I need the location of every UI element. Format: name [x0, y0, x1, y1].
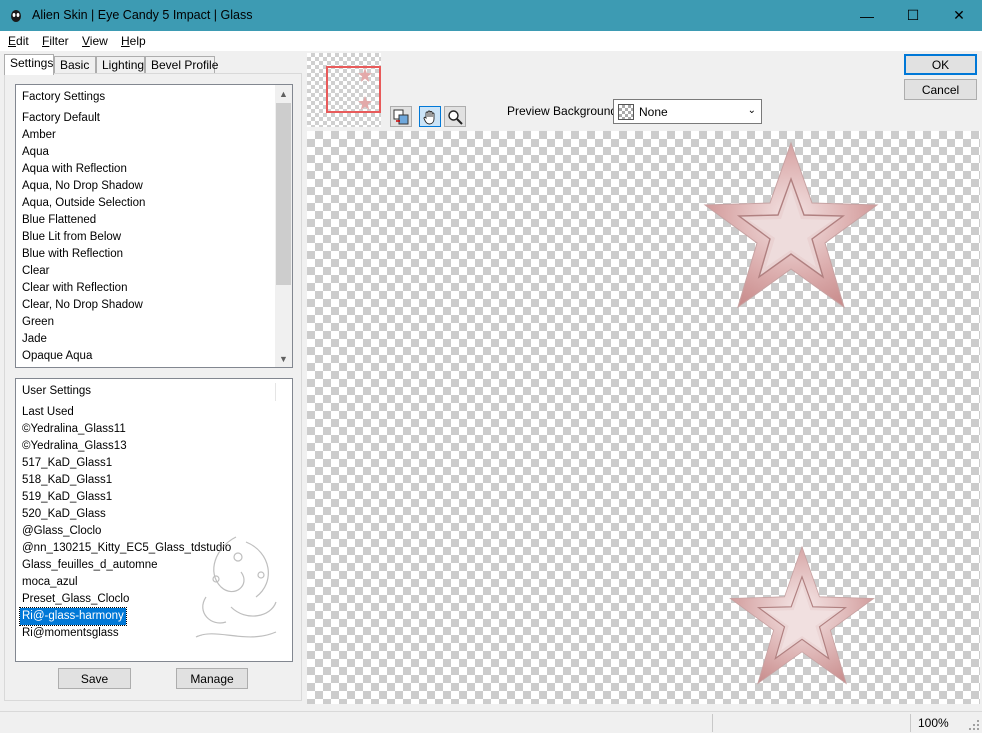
- list-item[interactable]: Jade: [22, 331, 47, 348]
- list-item[interactable]: Opaque Aqua: [22, 348, 92, 365]
- list-item[interactable]: Preset_Glass_Cloclo: [22, 591, 129, 608]
- list-item[interactable]: Clear with Reflection: [22, 280, 127, 297]
- list-item[interactable]: ©Yedralina_Glass11: [22, 421, 126, 438]
- list-item[interactable]: Clear: [22, 263, 49, 280]
- mini-star-icon: [358, 68, 372, 82]
- mini-star-icon: [358, 96, 372, 110]
- zoom-tool-button[interactable]: [444, 106, 466, 127]
- glass-star-preview-small: [729, 545, 875, 685]
- user-settings-header: User Settings: [22, 385, 92, 397]
- list-item[interactable]: Aqua, Outside Selection: [22, 195, 145, 212]
- list-item[interactable]: Blue Lit from Below: [22, 229, 121, 246]
- preview-toggle-button[interactable]: [390, 106, 412, 127]
- factory-settings-list[interactable]: Factory Settings Factory Default Amber Aqu…: [15, 84, 293, 368]
- cancel-button[interactable]: Cancel: [904, 79, 977, 100]
- list-item[interactable]: Last Used: [22, 404, 74, 421]
- maximize-button[interactable]: ☐: [890, 0, 936, 31]
- alien-head-icon: [11, 10, 21, 22]
- menu-edit[interactable]: Edit: [8, 34, 29, 48]
- list-item[interactable]: @Glass_Cloclo: [22, 523, 101, 540]
- maximize-icon: ☐: [906, 7, 920, 23]
- menu-bar: Edit Filter View Help: [0, 31, 982, 51]
- list-item[interactable]: @nn_130215_Kitty_EC5_Glass_tdstudio: [22, 540, 231, 557]
- tab-lighting[interactable]: Lighting: [96, 56, 145, 74]
- header-divider: [275, 383, 276, 401]
- menu-help[interactable]: Help: [121, 34, 146, 48]
- preview-background-select[interactable]: None ⌄: [613, 99, 762, 124]
- scroll-up-icon[interactable]: ▲: [275, 85, 292, 102]
- hand-tool-button[interactable]: [419, 106, 441, 127]
- list-item[interactable]: Ri@momentsglass: [22, 625, 119, 642]
- close-icon: ✕: [953, 7, 965, 23]
- preview-canvas[interactable]: [307, 131, 980, 704]
- scroll-down-icon[interactable]: ▼: [275, 350, 292, 367]
- list-item[interactable]: 519_KaD_Glass1: [22, 489, 112, 506]
- save-button[interactable]: Save: [58, 668, 131, 689]
- menu-filter[interactable]: Filter: [42, 34, 69, 48]
- hand-icon: [423, 110, 435, 124]
- user-settings-list[interactable]: User Settings Last Used ©Yedralina_Glass1…: [15, 378, 293, 662]
- ok-button[interactable]: OK: [904, 54, 977, 75]
- list-item[interactable]: ©Yedralina_Glass13: [22, 438, 127, 455]
- tab-bevel-profile[interactable]: Bevel Profile: [145, 56, 218, 74]
- list-item[interactable]: Blue Flattened: [22, 212, 96, 229]
- status-separator: [910, 714, 911, 732]
- preview-background-label: Preview Background:: [507, 104, 621, 118]
- list-item[interactable]: 518_KaD_Glass1: [22, 472, 112, 489]
- list-item[interactable]: Amber: [22, 127, 56, 144]
- status-separator: [712, 714, 713, 732]
- list-item[interactable]: Clear, No Drop Shadow: [22, 297, 143, 314]
- close-button[interactable]: ✕: [936, 0, 982, 31]
- list-item[interactable]: Ri@-glass-harmony: [19, 607, 127, 626]
- transparent-swatch-icon: [618, 104, 634, 120]
- zoom-level: 100%: [918, 716, 949, 730]
- minimize-button[interactable]: —: [844, 0, 890, 31]
- menu-view[interactable]: View: [82, 34, 108, 48]
- factory-settings-header: Factory Settings: [22, 91, 106, 103]
- window-title: Alien Skin | Eye Candy 5 Impact | Glass: [32, 8, 253, 22]
- list-item[interactable]: Aqua, No Drop Shadow: [22, 178, 143, 195]
- tab-basic[interactable]: Basic: [54, 56, 96, 74]
- settings-panel: Factory Settings Factory Default Amber Aqu…: [4, 73, 302, 701]
- list-item[interactable]: Factory Default: [22, 110, 100, 127]
- status-bar: 100%: [0, 711, 982, 733]
- navigator-view-frame[interactable]: [326, 66, 381, 113]
- list-item[interactable]: moca_azul: [22, 574, 78, 591]
- manage-button[interactable]: Manage: [176, 668, 248, 689]
- minimize-icon: —: [860, 7, 874, 24]
- glass-star-preview-large: [703, 141, 879, 309]
- list-item[interactable]: Green: [22, 314, 54, 331]
- preview-background-value: None: [639, 105, 668, 119]
- list-item[interactable]: Aqua with Reflection: [22, 161, 127, 178]
- list-item[interactable]: 517_KaD_Glass1: [22, 455, 112, 472]
- factory-scrollbar[interactable]: ▲ ▼: [275, 85, 292, 367]
- magnifier-icon: [448, 109, 463, 125]
- list-item[interactable]: Glass_feuilles_d_automne: [22, 557, 158, 574]
- tab-settings[interactable]: Settings: [4, 54, 54, 75]
- resize-grip-icon[interactable]: [968, 719, 980, 731]
- list-item[interactable]: Aqua: [22, 144, 49, 161]
- scrollbar-thumb[interactable]: [276, 103, 291, 285]
- list-item[interactable]: 520_KaD_Glass: [22, 506, 106, 523]
- preview-toggle-icon: [393, 109, 409, 124]
- title-bar: Alien Skin | Eye Candy 5 Impact | Glass …: [0, 0, 982, 31]
- chevron-down-icon: ⌄: [747, 105, 756, 116]
- list-item[interactable]: Blue with Reflection: [22, 246, 123, 263]
